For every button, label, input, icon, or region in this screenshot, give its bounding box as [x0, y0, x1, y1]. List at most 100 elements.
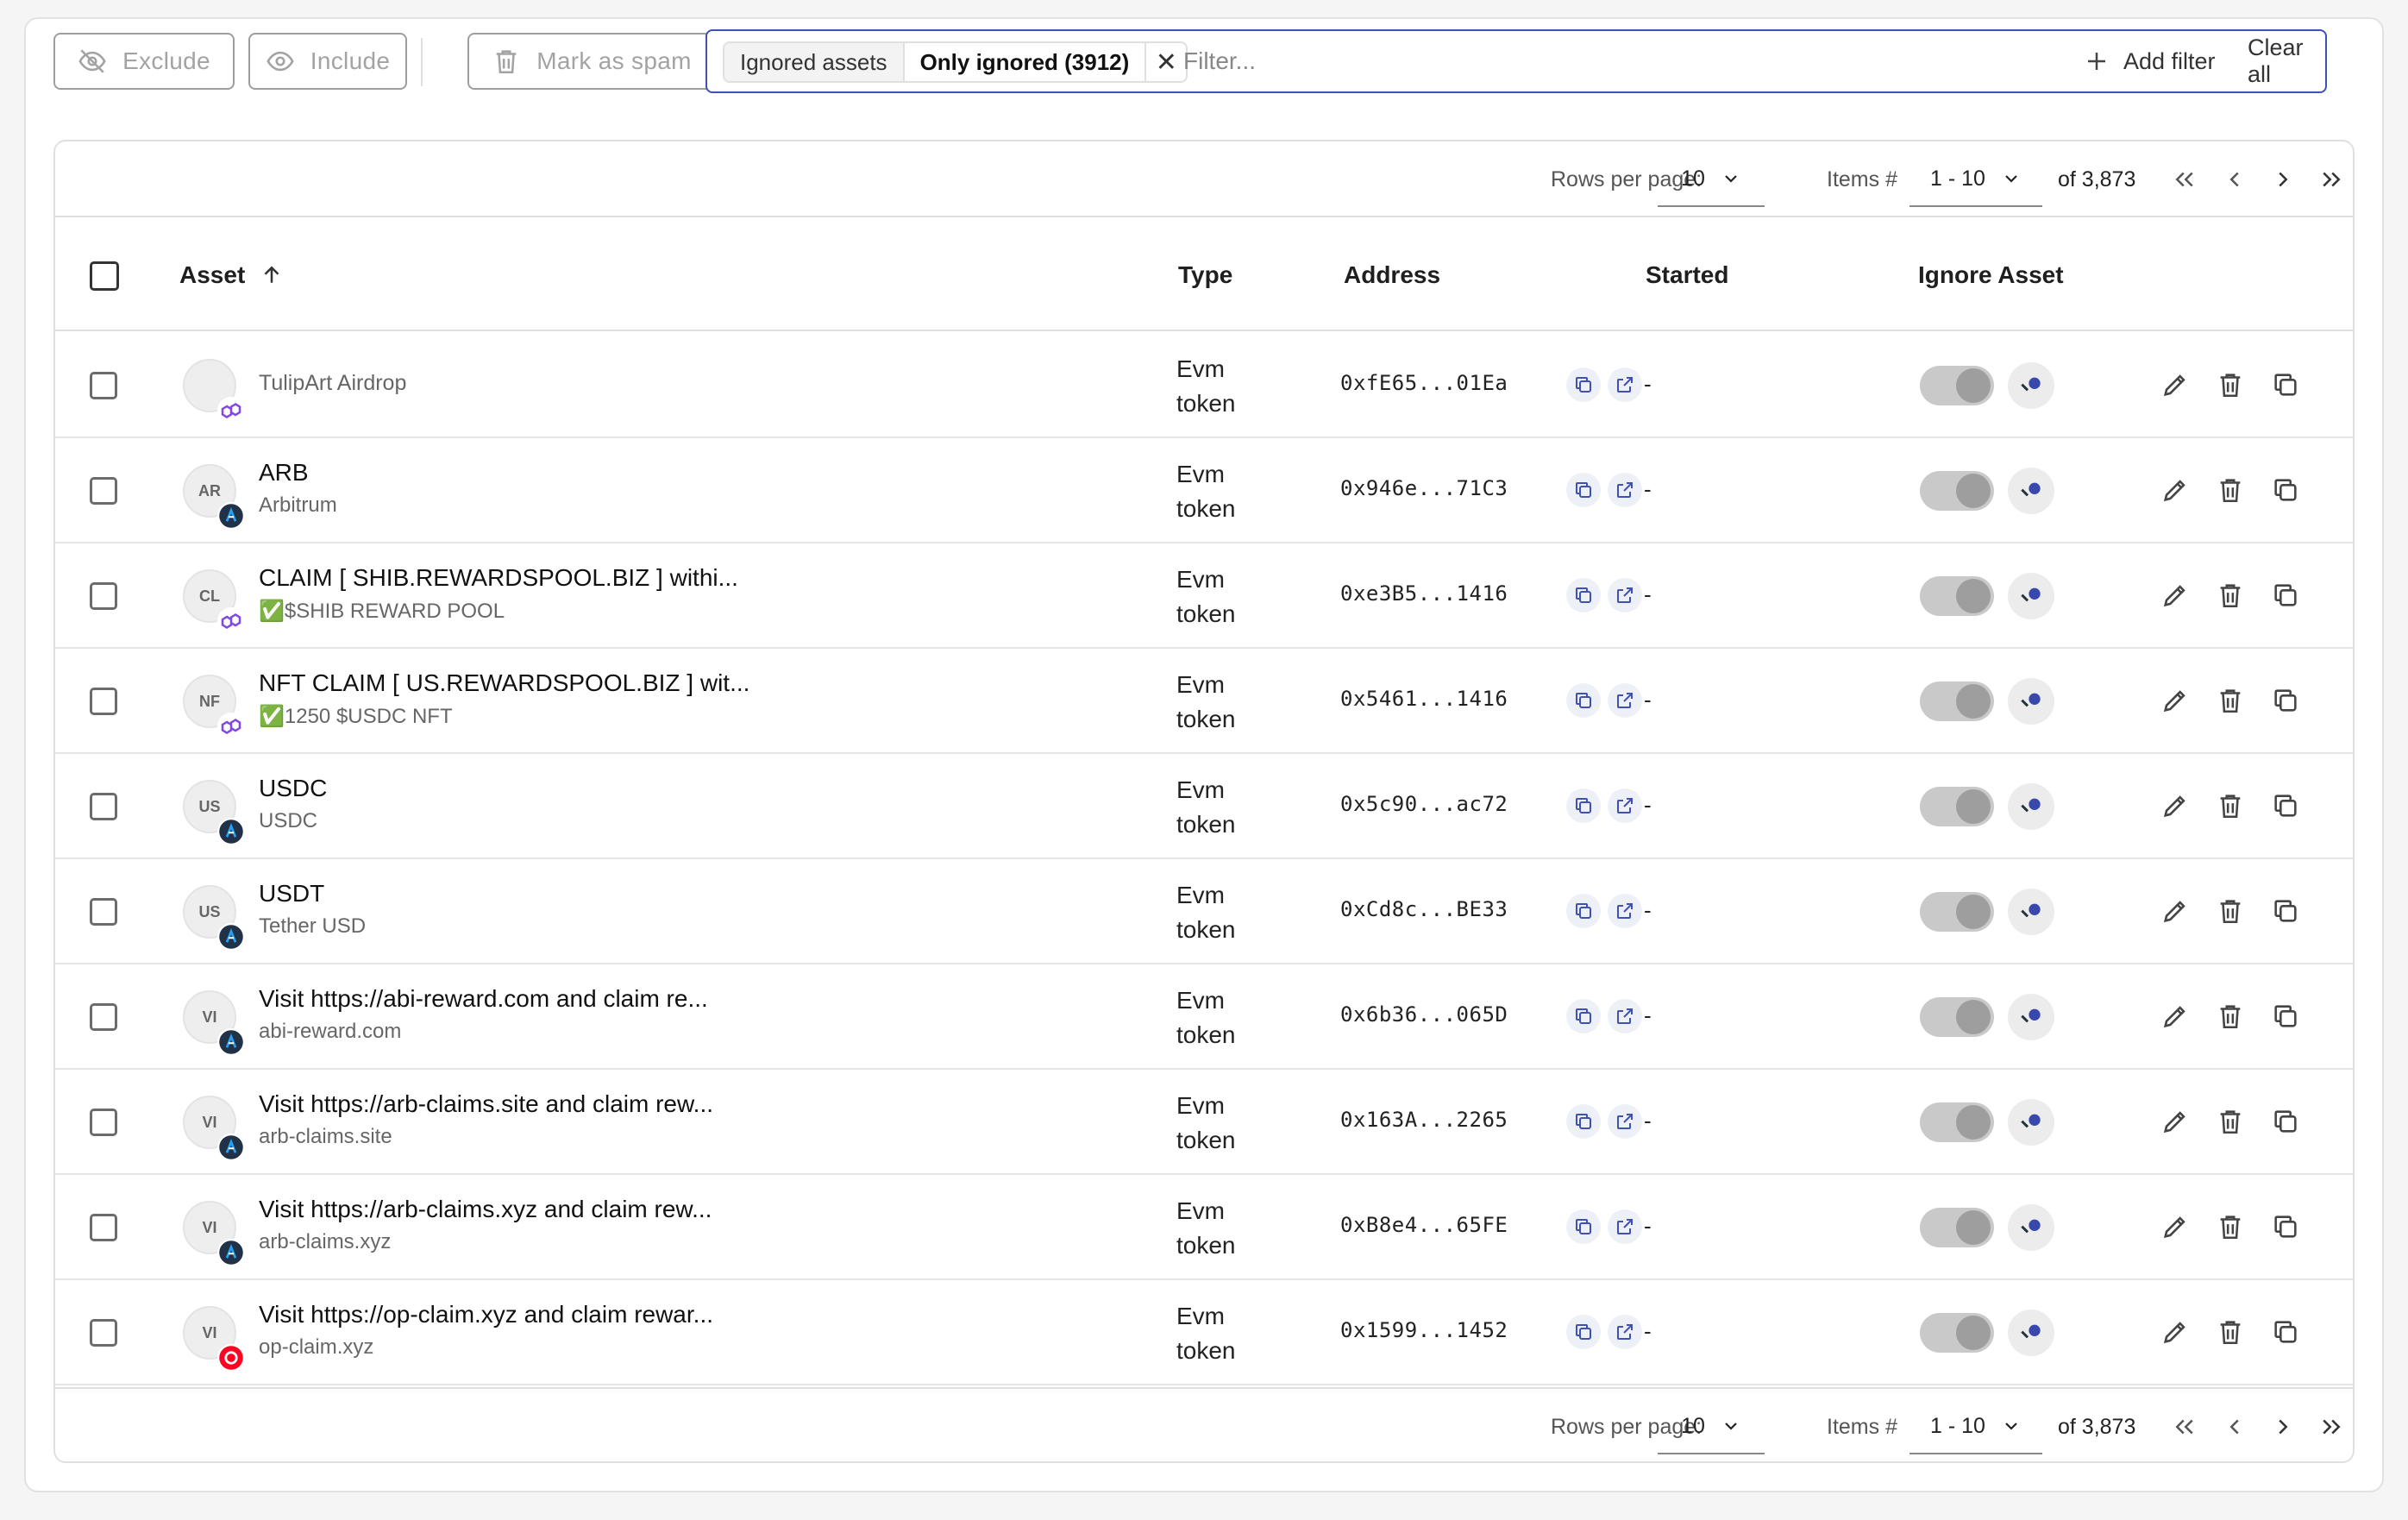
- copy-address-button[interactable]: [1566, 473, 1601, 507]
- asset-column-header[interactable]: Asset: [179, 219, 285, 331]
- previous-page-button[interactable]: [2222, 141, 2248, 217]
- edit-button[interactable]: [2158, 894, 2192, 928]
- row-checkbox[interactable]: [90, 477, 117, 505]
- items-range-select[interactable]: 1 - 10: [1909, 152, 2042, 207]
- copy-address-button[interactable]: [1566, 788, 1601, 823]
- duplicate-button[interactable]: [2268, 1315, 2303, 1349]
- rows-per-page-select[interactable]: 10: [1658, 1399, 1765, 1454]
- row-checkbox[interactable]: [90, 1003, 117, 1031]
- edit-button[interactable]: [2158, 367, 2192, 402]
- open-explorer-button[interactable]: [1608, 683, 1642, 718]
- edit-button[interactable]: [2158, 1315, 2192, 1349]
- next-page-button[interactable]: [2270, 141, 2296, 217]
- duplicate-button[interactable]: [2268, 999, 2303, 1033]
- row-checkbox[interactable]: [90, 1214, 117, 1241]
- ignore-menu-button[interactable]: [2008, 362, 2054, 409]
- copy-address-button[interactable]: [1566, 894, 1601, 928]
- ignore-asset-toggle[interactable]: [1920, 787, 1994, 826]
- delete-button[interactable]: [2213, 894, 2248, 928]
- mark-as-spam-button[interactable]: Mark as spam: [467, 33, 716, 90]
- delete-button[interactable]: [2213, 578, 2248, 612]
- delete-button[interactable]: [2213, 1104, 2248, 1139]
- previous-page-button[interactable]: [2222, 1389, 2248, 1461]
- add-filter-button[interactable]: Add filter: [2084, 31, 2216, 91]
- edit-button[interactable]: [2158, 1209, 2192, 1244]
- copy-address-button[interactable]: [1566, 1315, 1601, 1349]
- open-explorer-button[interactable]: [1608, 1209, 1642, 1244]
- row-checkbox[interactable]: [90, 372, 117, 399]
- delete-button[interactable]: [2213, 683, 2248, 718]
- ignore-asset-toggle[interactable]: [1920, 681, 1994, 721]
- delete-button[interactable]: [2213, 1315, 2248, 1349]
- row-checkbox[interactable]: [90, 1319, 117, 1347]
- delete-button[interactable]: [2213, 788, 2248, 823]
- duplicate-button[interactable]: [2268, 578, 2303, 612]
- ignore-asset-toggle[interactable]: [1920, 366, 1994, 405]
- delete-button[interactable]: [2213, 1209, 2248, 1244]
- ignore-asset-toggle[interactable]: [1920, 997, 1994, 1037]
- last-page-button[interactable]: [2318, 141, 2344, 217]
- copy-address-button[interactable]: [1566, 999, 1601, 1033]
- copy-address-button[interactable]: [1566, 1104, 1601, 1139]
- open-explorer-button[interactable]: [1608, 788, 1642, 823]
- row-checkbox[interactable]: [90, 1109, 117, 1136]
- ignore-asset-toggle[interactable]: [1920, 471, 1994, 511]
- row-checkbox[interactable]: [90, 582, 117, 610]
- filter-input[interactable]: Filter...: [1183, 31, 1256, 91]
- open-explorer-button[interactable]: [1608, 473, 1642, 507]
- ignore-menu-button[interactable]: [2008, 1204, 2054, 1251]
- duplicate-button[interactable]: [2268, 788, 2303, 823]
- edit-button[interactable]: [2158, 999, 2192, 1033]
- remove-filter-button[interactable]: ✕: [1146, 43, 1186, 81]
- delete-button[interactable]: [2213, 473, 2248, 507]
- clear-all-button[interactable]: Clear all: [2248, 31, 2325, 91]
- first-page-button[interactable]: [2172, 141, 2198, 217]
- edit-button[interactable]: [2158, 788, 2192, 823]
- ignore-menu-button[interactable]: [2008, 468, 2054, 514]
- copy-address-button[interactable]: [1566, 1209, 1601, 1244]
- open-explorer-button[interactable]: [1608, 999, 1642, 1033]
- first-page-button[interactable]: [2172, 1389, 2198, 1461]
- copy-address-button[interactable]: [1566, 578, 1601, 612]
- select-all-checkbox[interactable]: [90, 261, 119, 291]
- exclude-button[interactable]: Exclude: [53, 33, 235, 90]
- delete-button[interactable]: [2213, 367, 2248, 402]
- ignore-menu-button[interactable]: [2008, 1099, 2054, 1146]
- ignore-menu-button[interactable]: [2008, 1310, 2054, 1356]
- ignore-asset-toggle[interactable]: [1920, 1313, 1994, 1353]
- delete-button[interactable]: [2213, 999, 2248, 1033]
- ignore-menu-button[interactable]: [2008, 994, 2054, 1040]
- last-page-button[interactable]: [2318, 1389, 2344, 1461]
- items-range-select[interactable]: 1 - 10: [1909, 1399, 2042, 1454]
- duplicate-button[interactable]: [2268, 894, 2303, 928]
- duplicate-button[interactable]: [2268, 473, 2303, 507]
- filter-bar[interactable]: Ignored assets Only ignored (3912) ✕ Fil…: [705, 29, 2327, 93]
- edit-button[interactable]: [2158, 473, 2192, 507]
- edit-button[interactable]: [2158, 1104, 2192, 1139]
- ignore-asset-toggle[interactable]: [1920, 1102, 1994, 1142]
- duplicate-button[interactable]: [2268, 683, 2303, 718]
- include-button[interactable]: Include: [248, 33, 407, 90]
- copy-address-button[interactable]: [1566, 683, 1601, 718]
- ignore-asset-toggle[interactable]: [1920, 1208, 1994, 1247]
- open-explorer-button[interactable]: [1608, 578, 1642, 612]
- row-checkbox[interactable]: [90, 688, 117, 715]
- duplicate-button[interactable]: [2268, 1104, 2303, 1139]
- edit-button[interactable]: [2158, 683, 2192, 718]
- ignore-asset-toggle[interactable]: [1920, 892, 1994, 932]
- open-explorer-button[interactable]: [1608, 1104, 1642, 1139]
- duplicate-button[interactable]: [2268, 367, 2303, 402]
- next-page-button[interactable]: [2270, 1389, 2296, 1461]
- row-checkbox[interactable]: [90, 793, 117, 820]
- ignore-menu-button[interactable]: [2008, 783, 2054, 830]
- ignore-menu-button[interactable]: [2008, 573, 2054, 619]
- duplicate-button[interactable]: [2268, 1209, 2303, 1244]
- edit-button[interactable]: [2158, 578, 2192, 612]
- row-checkbox[interactable]: [90, 898, 117, 926]
- ignore-asset-toggle[interactable]: [1920, 576, 1994, 616]
- open-explorer-button[interactable]: [1608, 894, 1642, 928]
- copy-address-button[interactable]: [1566, 367, 1601, 402]
- ignore-menu-button[interactable]: [2008, 889, 2054, 935]
- rows-per-page-select[interactable]: 10: [1658, 152, 1765, 207]
- open-explorer-button[interactable]: [1608, 367, 1642, 402]
